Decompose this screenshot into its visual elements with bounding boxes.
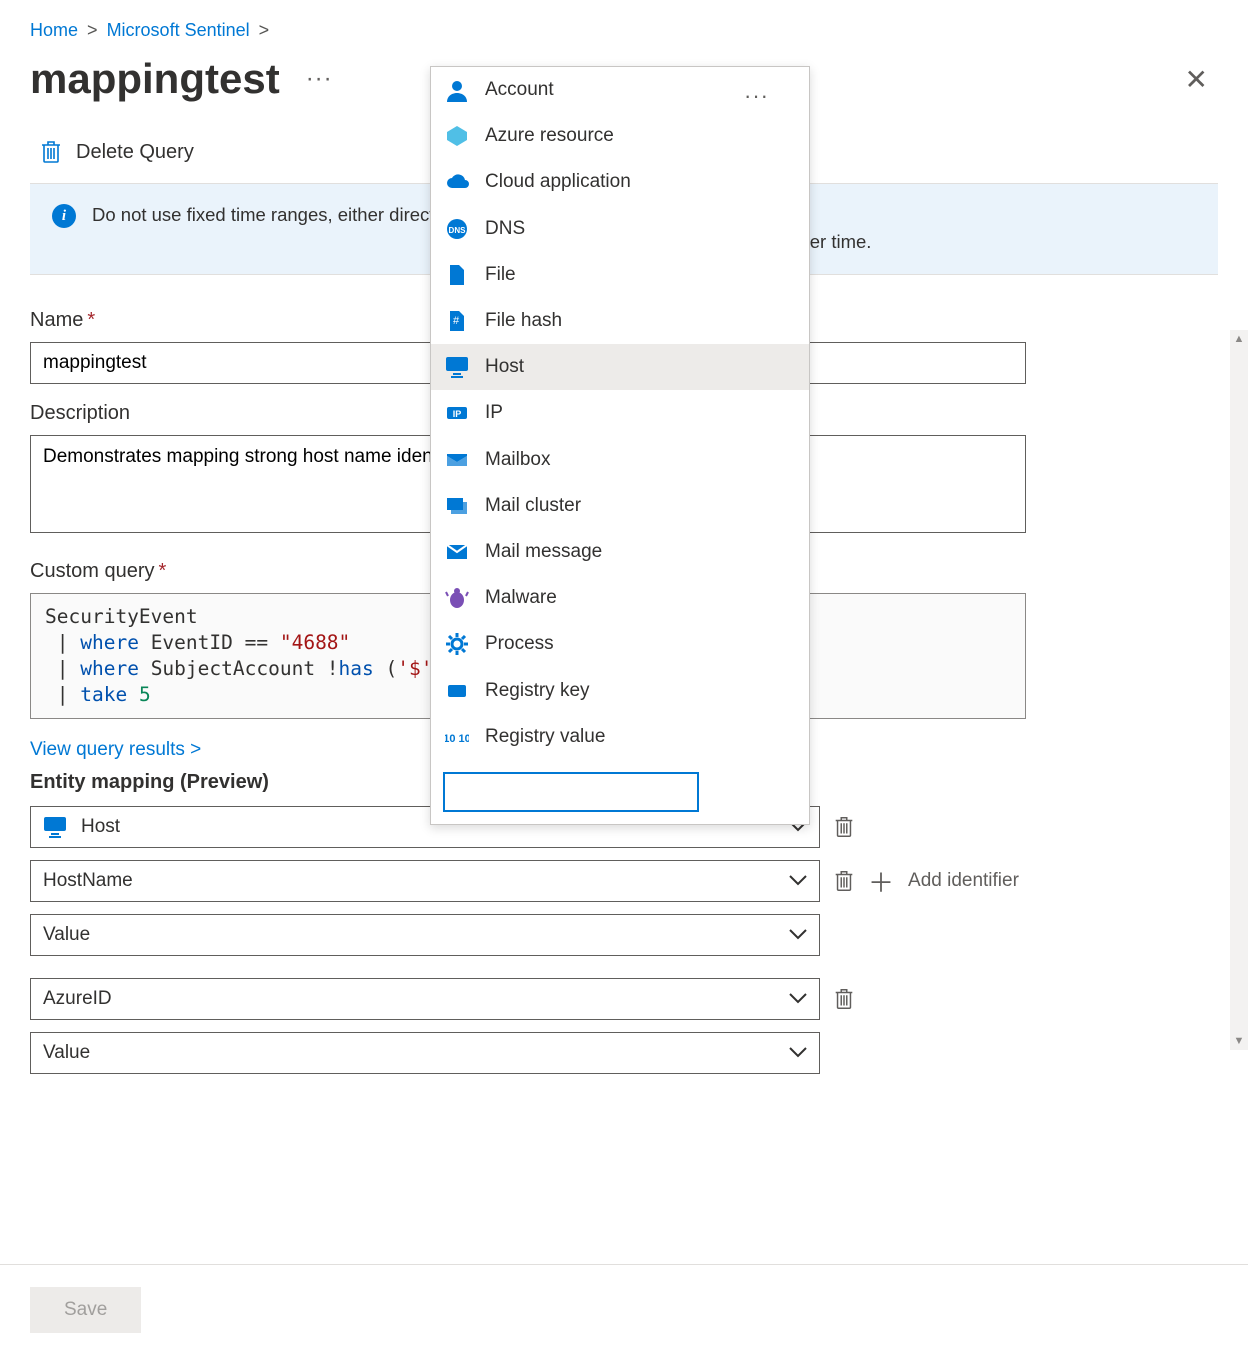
identifier-name-select-0[interactable]: HostName xyxy=(30,860,820,902)
save-button[interactable]: Save xyxy=(30,1287,141,1333)
host-icon xyxy=(445,355,469,379)
identifier-value-select-1[interactable]: Value xyxy=(30,1032,820,1074)
delete-entity-icon[interactable] xyxy=(834,815,854,839)
identifier-name-0: HostName xyxy=(43,870,133,892)
identifier-value-select-0[interactable]: Value xyxy=(30,914,820,956)
breadcrumb-sep: > xyxy=(83,20,102,40)
dropdown-item-label: IP xyxy=(485,402,503,424)
dropdown-item-regval[interactable]: 010 101 Registry value xyxy=(431,714,809,760)
entity-type-dropdown: ··· Account Azure resource Cloud applicati… xyxy=(430,66,810,825)
dropdown-item-mailcluster[interactable]: Mail cluster xyxy=(431,483,809,529)
svg-text:010 101: 010 101 xyxy=(445,733,469,745)
breadcrumb-sentinel[interactable]: Microsoft Sentinel xyxy=(107,20,250,40)
entity-type-value: Host xyxy=(81,816,120,838)
dropdown-list[interactable]: Account Azure resource Cloud application DN… xyxy=(431,67,809,760)
dropdown-item-label: File xyxy=(485,264,516,286)
svg-text:IP: IP xyxy=(453,409,462,419)
dropdown-item-malware[interactable]: Malware xyxy=(431,575,809,621)
dropdown-item-filehash[interactable]: # File hash xyxy=(431,298,809,344)
regkey-icon xyxy=(445,679,469,703)
regval-icon: 010 101 xyxy=(445,725,469,749)
dropdown-item-azure[interactable]: Azure resource xyxy=(431,113,809,159)
file-icon xyxy=(445,263,469,287)
dropdown-item-label: File hash xyxy=(485,310,562,332)
dropdown-item-ip[interactable]: IP IP xyxy=(431,390,809,436)
dns-icon: DNS xyxy=(445,217,469,241)
chevron-down-icon xyxy=(789,926,807,944)
chevron-down-icon xyxy=(789,1044,807,1062)
dropdown-item-regkey[interactable]: Registry key xyxy=(431,667,809,713)
identifier-name-select-1[interactable]: AzureID xyxy=(30,978,820,1020)
dropdown-item-label: Azure resource xyxy=(485,125,614,147)
dropdown-item-label: Registry key xyxy=(485,680,590,702)
dropdown-item-mailbox[interactable]: Mailbox xyxy=(431,437,809,483)
ip-icon: IP xyxy=(445,401,469,425)
delete-query-button[interactable]: Delete Query xyxy=(76,141,194,164)
breadcrumb: Home > Microsoft Sentinel > xyxy=(30,16,1218,41)
plus-icon: ＋ xyxy=(868,863,894,900)
identifier-value-0: Value xyxy=(43,924,90,946)
dropdown-item-label: Mailbox xyxy=(485,449,550,471)
azure-icon xyxy=(445,124,469,148)
mailbox-icon xyxy=(445,448,469,472)
cloud-icon xyxy=(445,170,469,194)
dropdown-search-input[interactable] xyxy=(443,772,699,812)
dropdown-item-label: Mail message xyxy=(485,541,602,563)
mailcluster-icon xyxy=(445,494,469,518)
breadcrumb-sep2: > xyxy=(255,20,274,40)
delete-identifier-icon-0[interactable] xyxy=(834,869,854,893)
scroll-up-icon[interactable]: ▲ xyxy=(1230,330,1248,348)
dropdown-item-label: Process xyxy=(485,633,554,655)
dropdown-item-cloud[interactable]: Cloud application xyxy=(431,159,809,205)
svg-text:#: # xyxy=(453,315,460,327)
page-title: mappingtest xyxy=(30,55,280,103)
dropdown-item-mailmsg[interactable]: Mail message xyxy=(431,529,809,575)
process-icon xyxy=(445,632,469,656)
title-more-button[interactable]: ··· xyxy=(306,65,333,93)
malware-icon xyxy=(445,586,469,610)
info-icon: i xyxy=(52,204,76,228)
host-icon xyxy=(43,816,67,838)
page-scrollbar[interactable]: ▲ ▼ xyxy=(1230,330,1248,1050)
dropdown-item-label: Cloud application xyxy=(485,171,631,193)
view-results-link[interactable]: View query results > xyxy=(30,739,201,761)
dropdown-item-process[interactable]: Process xyxy=(431,621,809,667)
dropdown-item-host[interactable]: Host xyxy=(431,344,809,390)
close-button[interactable]: ✕ xyxy=(1185,63,1208,96)
scroll-down-icon[interactable]: ▼ xyxy=(1230,1032,1248,1050)
delete-identifier-icon-1[interactable] xyxy=(834,987,854,1011)
trash-icon xyxy=(40,139,62,165)
dropdown-item-dns[interactable]: DNS DNS xyxy=(431,206,809,252)
dropdown-item-label: Malware xyxy=(485,587,557,609)
dropdown-item-label: Host xyxy=(485,356,524,378)
chevron-down-icon xyxy=(789,990,807,1008)
identifier-name-1: AzureID xyxy=(43,988,112,1010)
breadcrumb-home[interactable]: Home xyxy=(30,20,78,40)
dropdown-item-file[interactable]: File xyxy=(431,252,809,298)
dropdown-item-label: Registry value xyxy=(485,726,605,748)
add-identifier-button[interactable]: Add identifier xyxy=(908,870,1019,892)
dropdown-item-label: Mail cluster xyxy=(485,495,581,517)
account-icon xyxy=(445,78,469,102)
filehash-icon: # xyxy=(445,309,469,333)
dropdown-item-label: DNS xyxy=(485,218,525,240)
dropdown-item-label: Account xyxy=(485,79,554,101)
mailmsg-icon xyxy=(445,540,469,564)
chevron-down-icon xyxy=(789,872,807,890)
svg-text:DNS: DNS xyxy=(449,226,467,235)
dropdown-more-icon[interactable]: ··· xyxy=(744,83,769,109)
identifier-value-1: Value xyxy=(43,1042,90,1064)
